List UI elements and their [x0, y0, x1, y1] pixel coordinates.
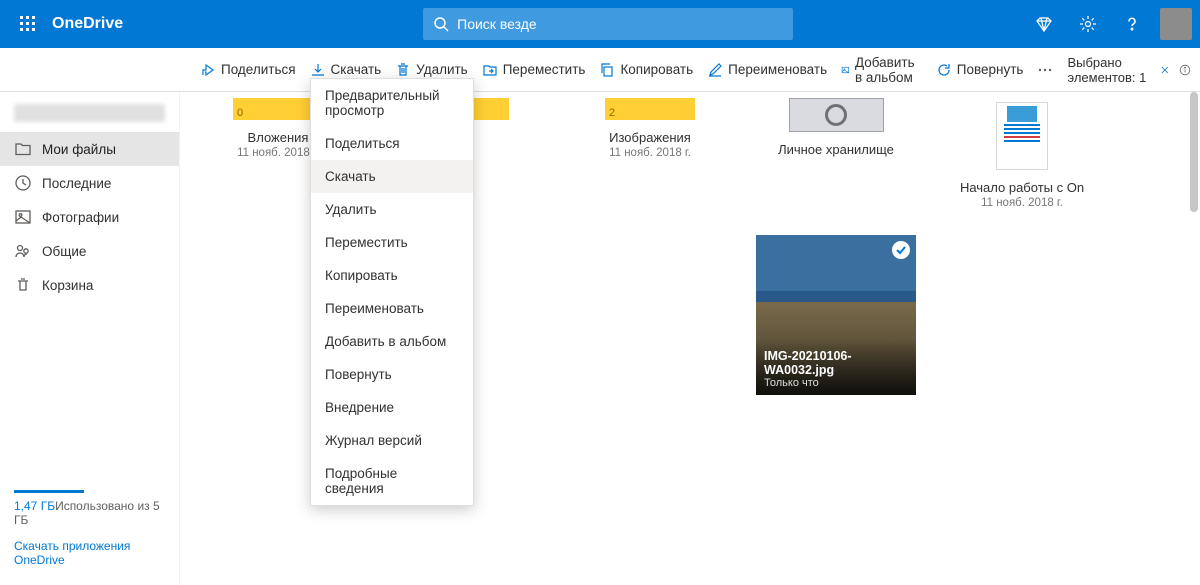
ctx-rename[interactable]: Переименовать [311, 292, 473, 325]
sidebar-item-recent[interactable]: Последние [0, 166, 179, 200]
rotate-button[interactable]: Повернуть [936, 62, 1024, 78]
check-icon[interactable] [892, 241, 910, 259]
rename-label: Переименовать [728, 62, 827, 77]
context-menu: Предварительный просмотр Поделиться Скач… [310, 78, 474, 506]
download-button[interactable]: Скачать [310, 62, 382, 78]
ctx-details[interactable]: Подробные сведения [311, 457, 473, 505]
move-label: Переместить [503, 62, 586, 77]
item-date: 11 нояб. 2018 г. [609, 147, 691, 159]
sidebar-label: Последние [42, 176, 111, 191]
sidebar-label: Мои файлы [42, 142, 116, 157]
user-avatar[interactable] [1160, 8, 1192, 40]
sidebar: Мои файлы Последние Фотографии Общие Кор… [0, 92, 180, 585]
ctx-delete[interactable]: Удалить [311, 193, 473, 226]
document-item[interactable]: Начало работы с On 11 нояб. 2018 г. [942, 98, 1102, 209]
share-label: Поделиться [221, 62, 296, 77]
item-date: 11 нояб. 2018 г. [237, 147, 319, 159]
delete-button[interactable]: Удалить [395, 62, 468, 78]
sidebar-item-myfiles[interactable]: Мои файлы [0, 132, 179, 166]
user-name-blurred [14, 104, 165, 122]
app-launcher-icon[interactable] [8, 4, 48, 44]
command-bar: Поделиться Скачать Удалить Переместить К… [0, 48, 1200, 92]
details-pane-icon[interactable] [1179, 60, 1191, 80]
photo-date: Только что [764, 377, 908, 389]
item-name: Личное хранилище [778, 142, 894, 157]
storage-text: 1,47 ГБИспользовано из 5 ГБ [14, 499, 165, 527]
folder-item[interactable]: 2 Изображения 11 нояб. 2018 г. [570, 98, 730, 209]
sidebar-label: Корзина [42, 278, 93, 293]
ctx-download[interactable]: Скачать [311, 160, 473, 193]
download-label: Скачать [331, 62, 382, 77]
ctx-album[interactable]: Добавить в альбом [311, 325, 473, 358]
add-album-button[interactable]: Добавить в альбом [841, 55, 922, 85]
ctx-share[interactable]: Поделиться [311, 127, 473, 160]
vault-icon [789, 98, 884, 132]
ctx-move[interactable]: Переместить [311, 226, 473, 259]
storage-used: 1,47 ГБ [14, 499, 55, 513]
selection-count: Выбрано элементов: 1 [1067, 55, 1149, 85]
search-box[interactable] [423, 8, 793, 40]
clear-selection-icon[interactable] [1160, 62, 1170, 78]
folder-icon: 2 [605, 98, 695, 120]
photo-item-selected[interactable]: IMG-20210106-WA0032.jpg Только что [756, 235, 916, 395]
scrollbar[interactable] [1190, 92, 1198, 585]
ctx-embed[interactable]: Внедрение [311, 391, 473, 424]
album-label: Добавить в альбом [855, 55, 922, 85]
rotate-label: Повернуть [957, 62, 1024, 77]
scrollbar-thumb[interactable] [1190, 92, 1198, 212]
document-icon [996, 102, 1048, 170]
settings-icon[interactable] [1072, 8, 1104, 40]
share-button[interactable]: Поделиться [200, 62, 296, 78]
storage-meter [14, 490, 84, 493]
help-icon[interactable] [1116, 8, 1148, 40]
sidebar-label: Общие [42, 244, 86, 259]
ctx-rotate[interactable]: Повернуть [311, 358, 473, 391]
brand-name[interactable]: OneDrive [52, 15, 123, 33]
search-icon [433, 16, 449, 32]
sidebar-item-recycle[interactable]: Корзина [0, 268, 179, 302]
sidebar-item-shared[interactable]: Общие [0, 234, 179, 268]
item-date: 11 нояб. 2018 г. [981, 197, 1063, 209]
item-name: Изображения [609, 130, 691, 145]
download-apps-link[interactable]: Скачать приложения OneDrive [14, 539, 165, 567]
ctx-preview[interactable]: Предварительный просмотр [311, 79, 473, 127]
sidebar-item-photos[interactable]: Фотографии [0, 200, 179, 234]
copy-label: Копировать [620, 62, 693, 77]
sidebar-label: Фотографии [42, 210, 119, 225]
copy-button[interactable]: Копировать [599, 62, 693, 78]
delete-label: Удалить [416, 62, 468, 77]
premium-icon[interactable] [1028, 8, 1060, 40]
photo-caption: IMG-20210106-WA0032.jpg Только что [756, 339, 916, 395]
more-button[interactable] [1037, 62, 1053, 78]
folder-count: 0 [237, 107, 243, 119]
vault-item[interactable]: Личное хранилище [756, 98, 916, 209]
search-input[interactable] [457, 16, 783, 32]
rename-button[interactable]: Переименовать [707, 62, 827, 78]
ctx-copy[interactable]: Копировать [311, 259, 473, 292]
photo-name: IMG-20210106-WA0032.jpg [764, 349, 908, 377]
item-name: Начало работы с On [960, 180, 1084, 195]
app-header: OneDrive [0, 0, 1200, 48]
ctx-versions[interactable]: Журнал версий [311, 424, 473, 457]
folder-count: 2 [609, 107, 615, 119]
item-name: Вложения [248, 130, 309, 145]
move-button[interactable]: Переместить [482, 62, 586, 78]
